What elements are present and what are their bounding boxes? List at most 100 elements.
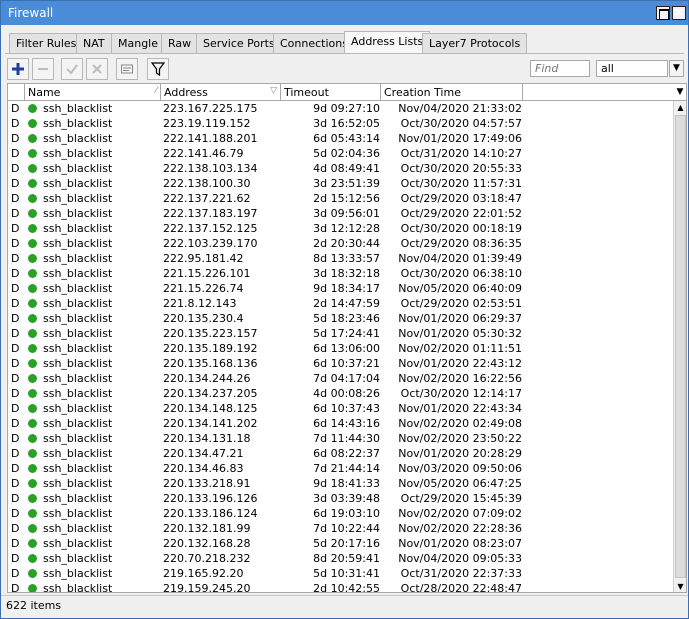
row-flag: D — [11, 477, 20, 490]
table-row[interactable]: Dssh_blacklist 220.135.189.192 6d 13:06:00… — [8, 341, 673, 356]
tab-divider — [5, 53, 684, 54]
title-bar[interactable]: Firewall × — [1, 1, 688, 25]
scroll-down-icon[interactable]: ▼ — [674, 580, 686, 592]
table-row[interactable]: Dssh_blacklist 222.141.46.79 5d 02:04:36 Oc… — [8, 146, 673, 161]
table-row[interactable]: Dssh_blacklist 220.133.196.126 3d 03:39:48… — [8, 491, 673, 506]
address: 221.15.226.74 — [163, 282, 244, 295]
chevron-down-icon[interactable]: ▼ — [669, 60, 684, 77]
scroll-up-icon[interactable]: ▲ — [674, 101, 686, 114]
list-name: ssh_blacklist — [43, 507, 113, 520]
filter-select[interactable]: all — [596, 60, 668, 77]
list-name: ssh_blacklist — [43, 237, 113, 250]
status-dot-icon — [28, 524, 37, 533]
table-row[interactable]: Dssh_blacklist 222.103.239.170 2d 20:30:44… — [8, 236, 673, 251]
row-flag: D — [11, 147, 20, 160]
table-row[interactable]: Dssh_blacklist 220.132.168.28 5d 20:17:16 N… — [8, 536, 673, 551]
table-row[interactable]: Dssh_blacklist 221.15.226.101 3d 18:32:18 O… — [8, 266, 673, 281]
table-row[interactable]: Dssh_blacklist 222.138.103.134 4d 08:49:41… — [8, 161, 673, 176]
comment-icon[interactable] — [116, 58, 138, 80]
timeout: 8d 20:59:41 — [313, 552, 380, 565]
tab-layer7-protocols[interactable]: Layer7 Protocols — [422, 33, 528, 53]
filter-icon[interactable] — [147, 58, 169, 80]
timeout: 8d 13:33:57 — [313, 252, 380, 265]
column-header-address[interactable]: Address ▽ — [161, 84, 281, 101]
timeout: 5d 10:31:41 — [313, 567, 380, 580]
tab-raw[interactable]: Raw — [161, 33, 199, 53]
disable-icon[interactable] — [86, 58, 108, 80]
creation-time: Nov/01/2020 17:49:06 — [398, 132, 522, 145]
row-flag: D — [11, 222, 20, 235]
address: 219.165.92.20 — [163, 567, 244, 580]
table-row[interactable]: Dssh_blacklist 219.165.92.20 5d 10:31:41 Oc… — [8, 566, 673, 581]
table-row[interactable]: Dssh_blacklist 222.137.221.62 2d 15:12:56 O… — [8, 191, 673, 206]
table-row[interactable]: Dssh_blacklist 222.137.183.197 3d 09:56:01… — [8, 206, 673, 221]
table-row[interactable]: Dssh_blacklist 222.141.188.201 6d 05:43:14… — [8, 131, 673, 146]
row-flag: D — [11, 537, 20, 550]
status-dot-icon — [28, 539, 37, 548]
list-name: ssh_blacklist — [43, 567, 113, 580]
enable-icon[interactable] — [61, 58, 83, 80]
add-icon[interactable] — [7, 58, 29, 80]
list-name: ssh_blacklist — [43, 552, 113, 565]
table-row[interactable]: Dssh_blacklist 220.134.47.21 6d 08:22:37 No… — [8, 446, 673, 461]
remove-icon[interactable] — [32, 58, 54, 80]
table-row[interactable]: Dssh_blacklist 223.167.225.175 9d 09:27:10… — [8, 101, 673, 116]
address: 222.103.239.170 — [163, 237, 258, 250]
table-row[interactable]: Dssh_blacklist 221.8.12.143 2d 14:47:59 Oct… — [8, 296, 673, 311]
table-row[interactable]: Dssh_blacklist 220.134.141.202 6d 14:43:16… — [8, 416, 673, 431]
creation-time: Oct/29/2020 02:53:51 — [400, 297, 522, 310]
table-row[interactable]: Dssh_blacklist 220.135.168.136 6d 10:37:21… — [8, 356, 673, 371]
timeout: 4d 00:08:26 — [313, 387, 380, 400]
table-row[interactable]: Dssh_blacklist 219.159.245.20 2d 10:42:55 O… — [8, 581, 673, 592]
table-row[interactable]: Dssh_blacklist 222.95.181.42 8d 13:33:57 No… — [8, 251, 673, 266]
table-row[interactable]: Dssh_blacklist 220.134.148.125 6d 10:37:43… — [8, 401, 673, 416]
address: 221.8.12.143 — [163, 297, 237, 310]
table-row[interactable]: Dssh_blacklist 220.133.218.91 9d 18:41:33 N… — [8, 476, 673, 491]
tab-connections[interactable]: Connections — [273, 33, 355, 53]
table-row[interactable]: Dssh_blacklist 223.19.119.152 3d 16:52:05 O… — [8, 116, 673, 131]
table-row[interactable]: Dssh_blacklist 220.135.230.4 5d 18:23:46 No… — [8, 311, 673, 326]
row-flag: D — [11, 552, 20, 565]
table-row[interactable]: Dssh_blacklist 222.138.100.30 3d 23:51:39 O… — [8, 176, 673, 191]
row-flag: D — [11, 492, 20, 505]
table-row[interactable]: Dssh_blacklist 220.135.223.157 5d 17:24:41… — [8, 326, 673, 341]
timeout: 5d 20:17:16 — [313, 537, 380, 550]
table-row[interactable]: Dssh_blacklist 220.133.186.124 6d 19:03:10… — [8, 506, 673, 521]
table-row[interactable]: Dssh_blacklist 220.134.131.18 7d 11:44:30 N… — [8, 431, 673, 446]
status-dot-icon — [28, 374, 37, 383]
list-name: ssh_blacklist — [43, 432, 113, 445]
list-name: ssh_blacklist — [43, 207, 113, 220]
creation-time: Nov/05/2020 06:47:25 — [398, 477, 522, 490]
tab-address-lists[interactable]: Address Lists — [344, 31, 431, 54]
table-row[interactable]: Dssh_blacklist 222.137.152.125 3d 12:12:28… — [8, 221, 673, 236]
close-button[interactable]: × — [672, 6, 686, 20]
column-header-creation-time[interactable]: Creation Time — [381, 84, 523, 101]
status-dot-icon — [28, 299, 37, 308]
table-row[interactable]: Dssh_blacklist 220.70.218.232 8d 20:59:41 N… — [8, 551, 673, 566]
table-row[interactable]: Dssh_blacklist 220.132.181.99 7d 10:22:44 N… — [8, 521, 673, 536]
column-menu-icon[interactable]: ▼ — [673, 84, 686, 101]
timeout: 6d 05:43:14 — [313, 132, 380, 145]
tab-service-ports[interactable]: Service Ports — [196, 33, 282, 53]
tab-filter-rules[interactable]: Filter Rules — [9, 33, 84, 53]
column-header-timeout[interactable]: Timeout — [281, 84, 381, 101]
table-row[interactable]: Dssh_blacklist 221.15.226.74 9d 18:34:17 No… — [8, 281, 673, 296]
find-input[interactable] — [530, 60, 590, 77]
maximize-button[interactable] — [656, 6, 670, 20]
toolbar: all ▼ — [7, 58, 684, 80]
address: 220.134.237.205 — [163, 387, 258, 400]
tab-nat[interactable]: NAT — [76, 33, 112, 53]
tab-mangle[interactable]: Mangle — [111, 33, 166, 53]
list-name: ssh_blacklist — [43, 477, 113, 490]
scrollbar-thumb[interactable] — [675, 115, 686, 578]
list-name: ssh_blacklist — [43, 162, 113, 175]
timeout: 6d 08:22:37 — [313, 447, 380, 460]
table-row[interactable]: Dssh_blacklist 220.134.46.83 7d 21:44:14 No… — [8, 461, 673, 476]
address: 220.133.196.126 — [163, 492, 258, 505]
row-flag: D — [11, 132, 20, 145]
vertical-scrollbar[interactable]: ▲ ▼ — [673, 101, 686, 592]
column-header-name[interactable]: Name ⁄ — [25, 84, 161, 101]
column-header-flags[interactable] — [8, 84, 25, 101]
table-row[interactable]: Dssh_blacklist 220.134.244.26 7d 04:17:04 N… — [8, 371, 673, 386]
table-row[interactable]: Dssh_blacklist 220.134.237.205 4d 00:08:26… — [8, 386, 673, 401]
